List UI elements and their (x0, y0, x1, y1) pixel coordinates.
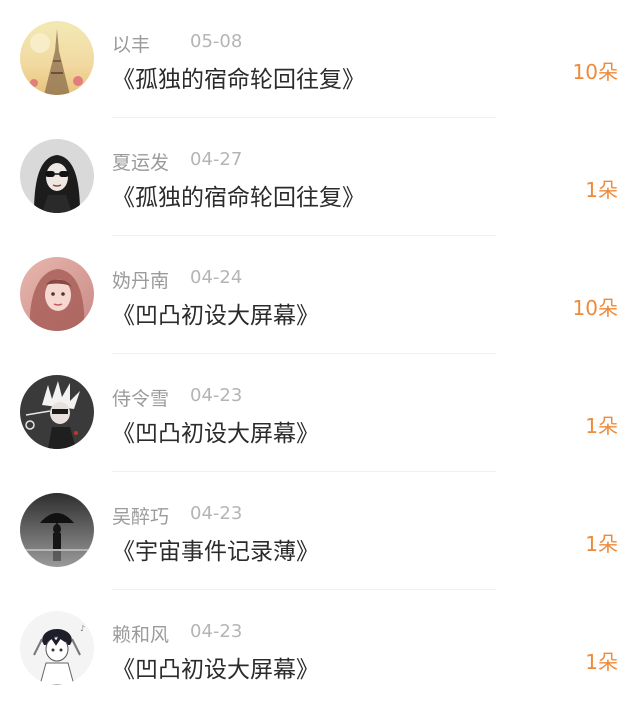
anime-boy-sketch-avatar-image: ♪ (20, 611, 94, 685)
work-title[interactable]: 《宇宙事件记录薄》 (112, 532, 319, 566)
flower-count: 1朵 (585, 532, 618, 556)
sender-name: 赖和风 (112, 624, 170, 646)
woman-sunglasses-avatar-image (20, 139, 94, 213)
flower-count: 10朵 (572, 296, 618, 320)
avatar[interactable]: ♪ (20, 611, 94, 685)
avatar[interactable] (20, 21, 94, 95)
flower-count: 1朵 (585, 414, 618, 438)
umbrella-silhouette-avatar-image (20, 493, 94, 567)
sender-name: 夏运发 (112, 152, 170, 174)
avatar[interactable] (20, 139, 94, 213)
anime-white-hair-avatar-image (20, 375, 94, 449)
sender-name: 妫丹南 (112, 270, 170, 292)
send-date: 04-27 (190, 149, 243, 170)
svg-text:♪: ♪ (80, 624, 85, 633)
list-item[interactable]: 以丰 05-08 《孤独的宿命轮回往复》 10朵 (0, 0, 640, 118)
sender-name: 以丰 (112, 34, 151, 56)
send-date: 05-08 (190, 31, 243, 52)
work-title[interactable]: 《凹凸初设大屏幕》 (112, 296, 319, 330)
send-date: 04-23 (190, 621, 243, 642)
send-date: 04-23 (190, 503, 243, 524)
avatar[interactable] (20, 257, 94, 331)
work-title[interactable]: 《凹凸初设大屏幕》 (112, 650, 319, 684)
sender-name: 吴醉巧 (112, 506, 170, 528)
gift-record-list: 以丰 05-08 《孤独的宿命轮回往复》 10朵 夏运发 04-27 《孤独的宿… (0, 0, 640, 714)
avatar[interactable] (20, 493, 94, 567)
avatar[interactable] (20, 375, 94, 449)
sender-name: 侍令雪 (112, 388, 170, 410)
work-title[interactable]: 《孤独的宿命轮回往复》 (112, 60, 365, 94)
flower-count: 10朵 (572, 60, 618, 84)
work-title[interactable]: 《凹凸初设大屏幕》 (112, 414, 319, 448)
list-item[interactable]: 夏运发 04-27 《孤独的宿命轮回往复》 1朵 (0, 118, 640, 236)
list-item[interactable]: 妫丹南 04-24 《凹凸初设大屏幕》 10朵 (0, 236, 640, 354)
send-date: 04-24 (190, 267, 243, 288)
flower-count: 1朵 (585, 650, 618, 674)
list-item[interactable]: 吴醉巧 04-23 《宇宙事件记录薄》 1朵 (0, 472, 640, 590)
work-title[interactable]: 《孤独的宿命轮回往复》 (112, 178, 365, 212)
eiffel-tower-avatar-image (20, 21, 94, 95)
flower-count: 1朵 (585, 178, 618, 202)
send-date: 04-23 (190, 385, 243, 406)
pink-girl-avatar-image (20, 257, 94, 331)
list-item[interactable]: ♪ 赖和风 04-23 《凹凸初设大屏幕》 1朵 (0, 590, 640, 708)
list-item[interactable]: 侍令雪 04-23 《凹凸初设大屏幕》 1朵 (0, 354, 640, 472)
